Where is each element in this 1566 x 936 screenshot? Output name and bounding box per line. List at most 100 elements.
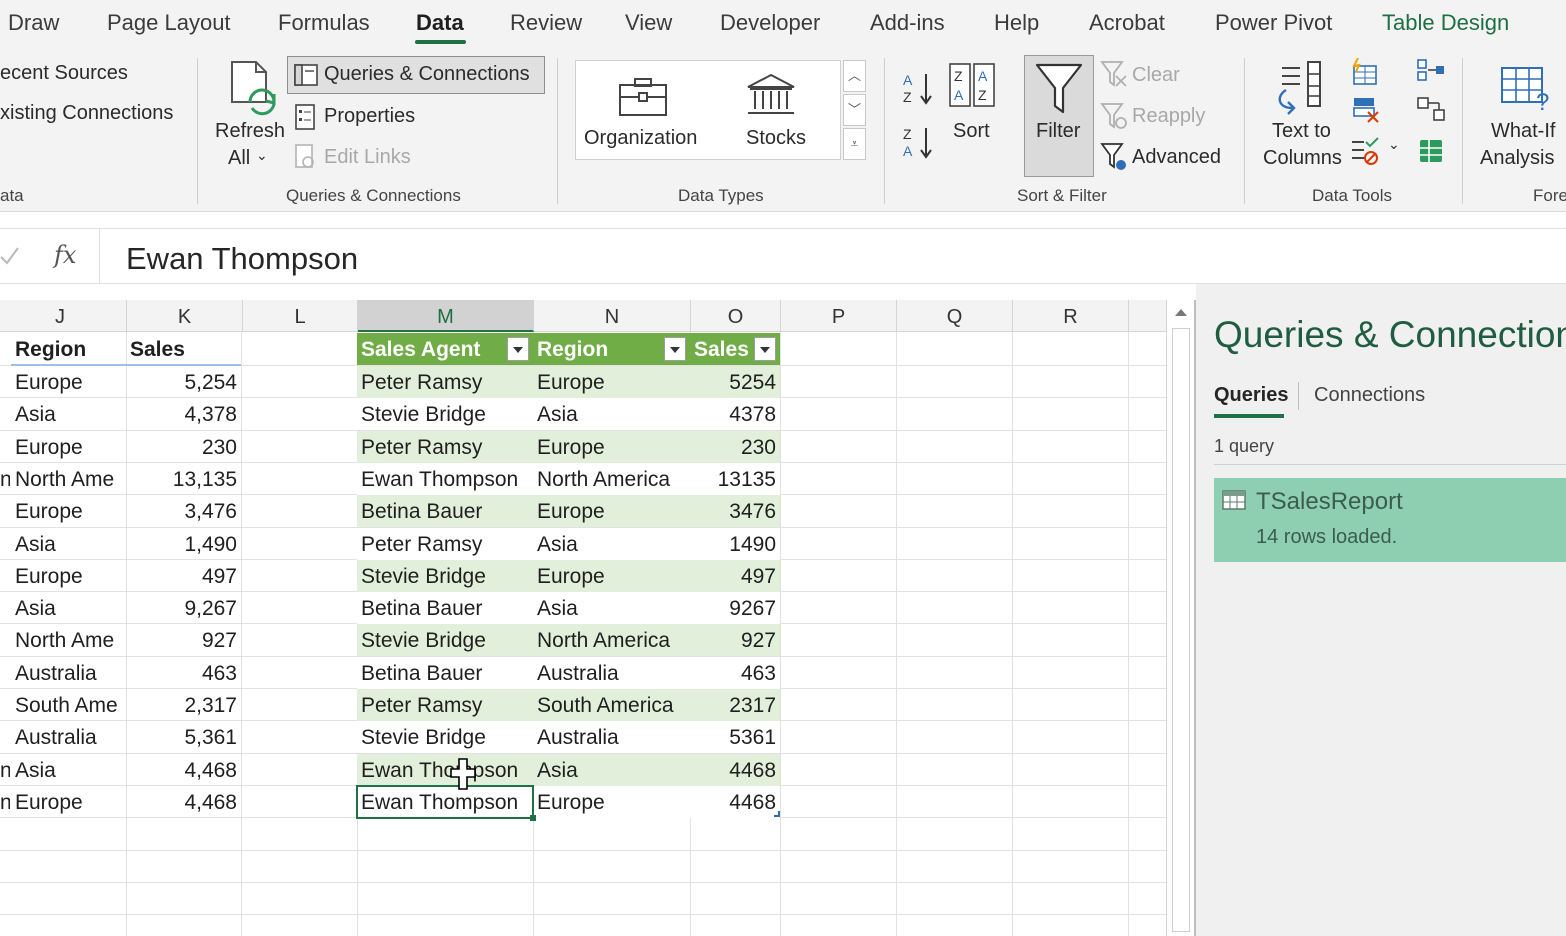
insert-function-icon[interactable]: fx xyxy=(54,241,76,269)
left-table-header-region[interactable]: Region xyxy=(11,333,125,365)
table-cell[interactable]: Asia xyxy=(11,754,126,786)
column-header-p[interactable]: P xyxy=(781,300,897,332)
table-cell[interactable]: 9,267 xyxy=(126,592,241,624)
table-cell[interactable]: 4,468 xyxy=(126,754,241,786)
table-cell[interactable]: Asia xyxy=(533,528,690,560)
reapply-button[interactable]: Reapply xyxy=(1132,105,1205,128)
clear-button[interactable]: Clear xyxy=(1132,64,1180,87)
query-item[interactable]: TSalesReport 14 rows loaded. xyxy=(1214,478,1566,562)
table-cell[interactable]: Peter Ramsy xyxy=(357,689,533,721)
tab-table-design[interactable]: Table Design xyxy=(1382,10,1509,36)
table-cell[interactable]: Asia xyxy=(11,528,126,560)
table-cell[interactable]: 13135 xyxy=(690,463,780,495)
text-to-columns-label-2[interactable]: Columns xyxy=(1263,147,1342,170)
table-cell[interactable]: Europe xyxy=(11,786,126,818)
column-header-l[interactable]: L xyxy=(243,300,358,332)
table-cell[interactable]: 3,476 xyxy=(126,495,241,527)
table-cell[interactable]: North America xyxy=(533,624,690,656)
data-model-icon[interactable] xyxy=(1416,136,1446,171)
table-cell[interactable]: Asia xyxy=(11,592,126,624)
what-if-analysis-label-2[interactable]: Analysis xyxy=(1480,147,1554,170)
table-cell[interactable]: Betina Bauer xyxy=(357,592,533,624)
sort-icon[interactable]: Z A A Z xyxy=(948,62,996,113)
table-cell[interactable]: Asia xyxy=(533,754,690,786)
filter-dropdown-sales[interactable] xyxy=(754,337,776,361)
table-cell[interactable]: n xyxy=(0,754,10,786)
tab-power-pivot[interactable]: Power Pivot xyxy=(1215,10,1332,36)
table-cell[interactable]: 4468 xyxy=(690,754,780,786)
table-cell[interactable]: 927 xyxy=(690,624,780,656)
text-to-columns-label[interactable]: Text to xyxy=(1272,120,1331,143)
refresh-all-label[interactable]: Refresh xyxy=(215,120,285,143)
table-cell[interactable]: North America xyxy=(533,463,690,495)
table-cell[interactable]: 4,468 xyxy=(126,786,241,818)
tab-connections[interactable]: Connections xyxy=(1314,384,1425,407)
filter-button[interactable]: Filter xyxy=(1024,55,1094,177)
column-header-j[interactable]: J xyxy=(0,300,127,332)
table-cell[interactable]: Stevie Bridge xyxy=(357,560,533,592)
tab-developer[interactable]: Developer xyxy=(720,10,820,36)
tab-add-ins[interactable]: Add-ins xyxy=(870,10,945,36)
gallery-scroll-up[interactable]: ︿ xyxy=(843,60,866,92)
bank-icon[interactable] xyxy=(746,73,796,122)
chevron-down-icon[interactable]: ⌄ xyxy=(256,147,268,164)
tab-data[interactable]: Data xyxy=(416,10,464,36)
queries-connections-button[interactable]: Queries & Connections xyxy=(287,56,545,94)
table-cell[interactable]: 4378 xyxy=(690,398,780,430)
table-cell[interactable]: 463 xyxy=(126,657,241,689)
table-cell[interactable]: Stevie Bridge xyxy=(357,721,533,753)
table-cell[interactable]: Peter Ramsy xyxy=(357,431,533,463)
gallery-more[interactable]: ⩡ xyxy=(843,128,866,160)
properties-icon[interactable] xyxy=(294,104,316,135)
table-cell[interactable]: Australia xyxy=(11,657,126,689)
enter-check-icon[interactable] xyxy=(0,245,20,272)
chevron-down-icon[interactable]: ⌄ xyxy=(1388,136,1400,153)
table-cell[interactable]: Australia xyxy=(533,721,690,753)
column-header-k[interactable]: K xyxy=(127,300,243,332)
fill-handle[interactable] xyxy=(530,815,536,821)
query-table-header-sales-agent[interactable]: Sales Agent xyxy=(357,333,507,365)
table-cell[interactable]: 497 xyxy=(126,560,241,592)
table-cell[interactable]: Peter Ramsy xyxy=(357,528,533,560)
table-cell[interactable]: 5,361 xyxy=(126,721,241,753)
table-cell[interactable]: Asia xyxy=(11,398,126,430)
tab-draw[interactable]: Draw xyxy=(8,10,59,36)
table-cell[interactable]: 497 xyxy=(690,560,780,592)
table-cell[interactable]: North Ame xyxy=(11,624,126,656)
worksheet-grid[interactable]: JKLMNOPQR Region Sales Europe 5,254 Asia 4,… xyxy=(0,300,1166,936)
table-cell[interactable]: Stevie Bridge xyxy=(357,624,533,656)
table-cell[interactable]: Europe xyxy=(533,560,690,592)
consolidate-icon[interactable] xyxy=(1416,58,1446,89)
what-if-analysis-icon[interactable]: ? xyxy=(1500,64,1556,119)
stocks-button[interactable]: Stocks xyxy=(746,127,806,150)
table-cell[interactable]: Stevie Bridge xyxy=(357,398,533,430)
tab-review[interactable]: Review xyxy=(510,10,582,36)
gallery-scroll-down[interactable]: ﹀ xyxy=(843,94,866,126)
table-cell[interactable]: Europe xyxy=(11,366,126,398)
table-cell[interactable]: 463 xyxy=(690,657,780,689)
left-table-header-sales[interactable]: Sales xyxy=(126,333,240,365)
text-to-columns-icon[interactable] xyxy=(1274,60,1330,121)
remove-duplicates-icon[interactable] xyxy=(1352,96,1380,129)
tab-acrobat[interactable]: Acrobat xyxy=(1089,10,1165,36)
edit-links-button[interactable]: Edit Links xyxy=(324,146,411,169)
tab-page-layout[interactable]: Page Layout xyxy=(107,10,231,36)
table-resize-handle[interactable] xyxy=(774,811,780,817)
table-cell[interactable]: n xyxy=(0,786,10,818)
table-cell[interactable]: 5254 xyxy=(690,366,780,398)
organization-button[interactable]: Organization xyxy=(584,127,697,150)
properties-button[interactable]: Properties xyxy=(324,105,415,128)
advanced-filter-icon[interactable] xyxy=(1100,142,1128,177)
table-cell[interactable]: n xyxy=(0,463,10,495)
table-cell[interactable]: Betina Bauer xyxy=(357,657,533,689)
scroll-up-icon[interactable] xyxy=(1172,304,1190,327)
table-cell[interactable]: 2,317 xyxy=(126,689,241,721)
recent-sources-button[interactable]: ecent Sources xyxy=(0,62,128,85)
table-cell[interactable]: Ewan Thompson xyxy=(357,463,533,495)
table-cell[interactable]: 4,378 xyxy=(126,398,241,430)
table-cell[interactable]: Europe xyxy=(533,786,690,818)
sort-a-to-z-icon[interactable]: A Z xyxy=(902,70,934,111)
table-cell[interactable]: 5,254 xyxy=(126,366,241,398)
sort-z-to-a-icon[interactable]: Z A xyxy=(902,124,934,165)
column-header-o[interactable]: O xyxy=(691,300,781,332)
